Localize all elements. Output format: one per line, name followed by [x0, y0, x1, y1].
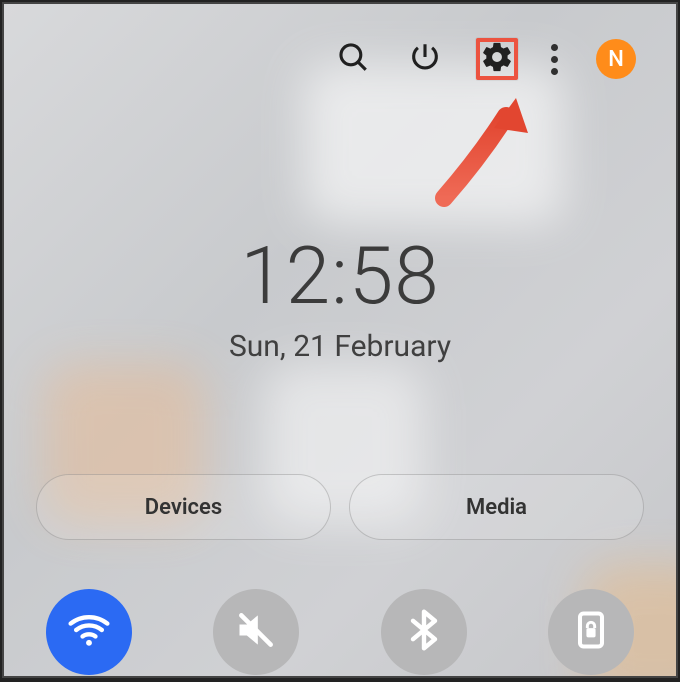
media-button[interactable]: Media — [349, 474, 644, 540]
search-button[interactable] — [332, 38, 374, 80]
mute-toggle[interactable] — [213, 589, 299, 675]
more-button[interactable] — [542, 44, 566, 75]
annotation-arrow-icon — [424, 88, 544, 208]
power-button[interactable] — [404, 38, 446, 80]
devices-button[interactable]: Devices — [36, 474, 331, 540]
gear-icon — [480, 40, 514, 78]
wifi-icon — [67, 608, 111, 656]
mute-icon — [234, 608, 278, 656]
avatar-initial: N — [608, 47, 624, 72]
clock-time: 12:58 — [4, 229, 676, 323]
top-action-row: N — [332, 38, 636, 80]
notification-panel: N 12:58 Sun, 21 February Devices Media — [2, 2, 678, 678]
rotation-lock-icon — [569, 608, 613, 656]
power-icon — [408, 40, 442, 78]
bluetooth-toggle[interactable] — [381, 589, 467, 675]
clock-widget: 12:58 Sun, 21 February — [4, 229, 676, 364]
search-icon — [336, 40, 370, 78]
quick-toggle-row — [46, 589, 634, 675]
settings-button[interactable] — [476, 38, 518, 80]
wifi-toggle[interactable] — [46, 589, 132, 675]
profile-avatar[interactable]: N — [596, 39, 636, 79]
clock-date: Sun, 21 February — [4, 329, 676, 364]
more-vertical-icon — [551, 44, 558, 51]
devices-label: Devices — [145, 495, 222, 520]
quick-panel-controls: Devices Media — [36, 474, 644, 540]
bluetooth-icon — [402, 608, 446, 656]
rotation-lock-toggle[interactable] — [548, 589, 634, 675]
media-label: Media — [466, 495, 527, 520]
